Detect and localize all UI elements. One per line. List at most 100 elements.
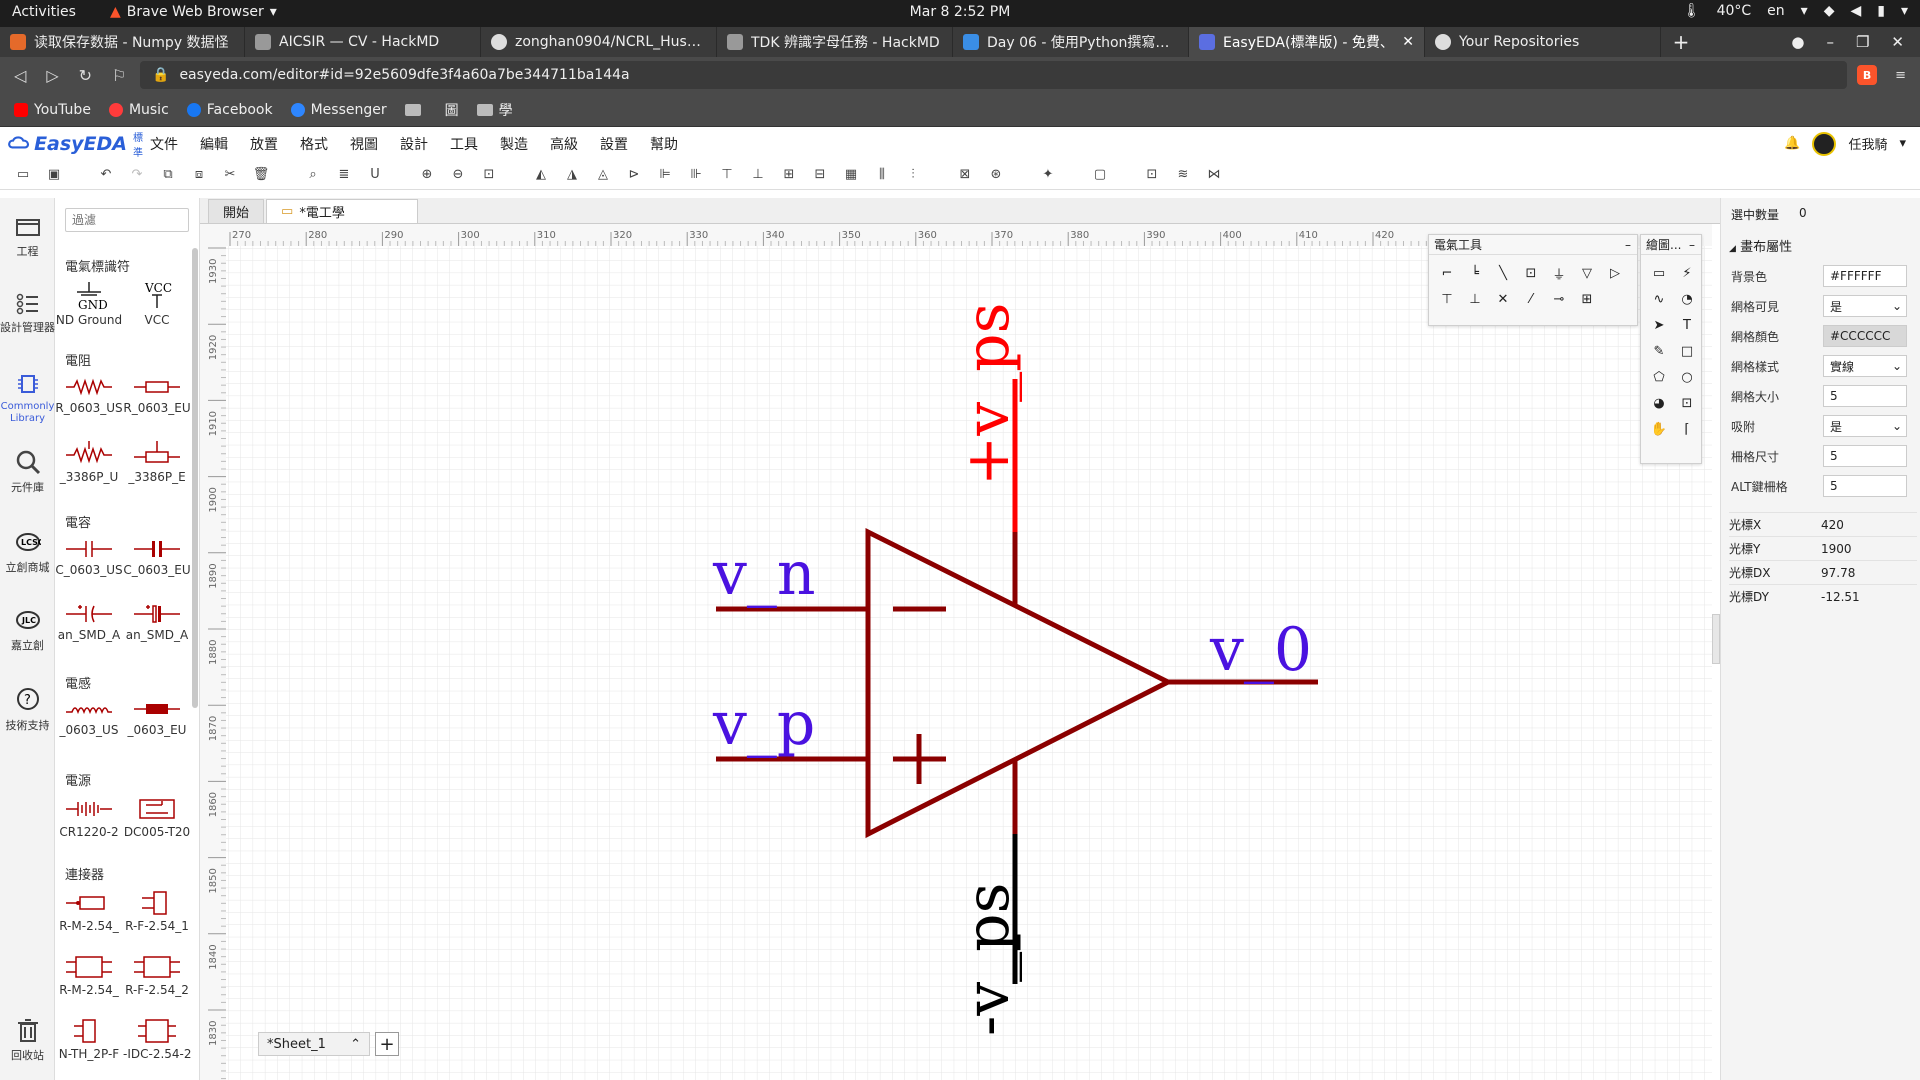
menu-tools[interactable]: 工具 xyxy=(450,134,478,154)
rotate-right-icon[interactable]: ◮ xyxy=(563,166,581,184)
align-center-h-icon[interactable]: ⊞ xyxy=(780,166,798,184)
browser-tab[interactable]: AICSIR — CV - HackMD xyxy=(245,27,481,57)
component-capacitor-eu[interactable]: C_0603_EU xyxy=(123,538,191,577)
grid-visible-select[interactable]: 是 ⌄ xyxy=(1823,295,1907,317)
back-icon[interactable]: ◁ xyxy=(14,66,26,85)
group-tool-icon[interactable]: ⊞ xyxy=(1577,289,1597,309)
rectangle-icon[interactable]: □ xyxy=(1677,341,1697,361)
bell-icon[interactable]: 🔔 xyxy=(1784,136,1800,151)
menu-icon[interactable]: ≡ xyxy=(1895,68,1906,83)
reload-icon[interactable]: ↻ xyxy=(79,66,92,85)
component-pot-us[interactable]: _3386P_U xyxy=(55,441,123,484)
browser-tab[interactable]: zonghan0904/NCRL_Huskey_ xyxy=(481,27,717,57)
browser-tab[interactable]: TDK 辨識字母任務 - HackMD xyxy=(717,27,953,57)
pin-icon[interactable]: ✦ xyxy=(1039,166,1057,184)
close-tab-icon[interactable]: ✕ xyxy=(1402,34,1414,50)
rail-commonly-library[interactable]: Commonly Library xyxy=(0,370,55,425)
net-icon[interactable]: U xyxy=(366,166,384,184)
collapse-properties-handle[interactable] xyxy=(1712,614,1720,664)
menu-design[interactable]: 設計 xyxy=(400,134,428,154)
component-inductor-us[interactable]: _0603_US xyxy=(55,698,123,737)
no-connect-icon[interactable]: ✕ xyxy=(1493,289,1513,309)
bookmark-folder[interactable]: 圖 xyxy=(445,100,459,120)
user-name[interactable]: 任我騎 xyxy=(1848,134,1887,153)
category-electrical-symbols[interactable]: 電氣標識符 xyxy=(65,256,130,275)
hand-icon[interactable]: ✋ xyxy=(1649,419,1669,439)
polygon-icon[interactable]: ⬠ xyxy=(1649,367,1669,387)
distribute-h-icon[interactable]: ⫼ xyxy=(873,166,891,184)
rail-recycle-bin[interactable]: 回收站 xyxy=(0,1016,55,1063)
component-vcc[interactable]: VCC VCC xyxy=(123,280,191,327)
snap-size-input[interactable]: 5 xyxy=(1823,445,1907,467)
line-tool-icon[interactable]: ⚡ xyxy=(1677,263,1697,283)
align-center-v-icon[interactable]: ⊟ xyxy=(811,166,829,184)
circle-icon[interactable]: ○ xyxy=(1677,367,1697,387)
net-flag-icon[interactable]: ▷ xyxy=(1605,263,1625,283)
add-sheet-button[interactable]: + xyxy=(375,1032,399,1056)
layers-icon[interactable]: ⊛ xyxy=(987,166,1005,184)
delete-icon[interactable]: 🗑 xyxy=(252,166,270,184)
component-inductor-eu[interactable]: _0603_EU xyxy=(123,698,191,737)
tab-schematic[interactable]: ▭ *電工學 xyxy=(266,199,419,223)
flip-vertical-icon[interactable]: ⊳ xyxy=(625,166,643,184)
bookmark-folder[interactable] xyxy=(404,103,427,116)
grid-style-select[interactable]: 實線 ⌄ xyxy=(1823,355,1907,377)
flip-horizontal-icon[interactable]: ◬ xyxy=(594,166,612,184)
redo-icon[interactable]: ↷ xyxy=(128,166,146,184)
align-top-icon[interactable]: ⊤ xyxy=(718,166,736,184)
freehand-icon[interactable]: ✎ xyxy=(1649,341,1669,361)
easyeda-logo[interactable]: EasyEDA 標準 xyxy=(0,129,150,159)
origin-icon[interactable]: ⌈ xyxy=(1677,419,1697,439)
component-cap-polar-a[interactable]: an_SMD_A xyxy=(55,603,123,642)
share-icon[interactable]: ⋈ xyxy=(1205,166,1223,184)
component-header-f-2[interactable]: R-F-2.54_2 xyxy=(123,954,191,997)
export-image-icon[interactable]: ⊡ xyxy=(1143,166,1161,184)
rotate-left-icon[interactable]: ◭ xyxy=(532,166,550,184)
bus-entry-icon[interactable]: ╲ xyxy=(1493,263,1513,283)
menu-format[interactable]: 格式 xyxy=(300,134,328,154)
maximize-icon[interactable]: ❐ xyxy=(1856,33,1869,51)
component-cap-polar-b[interactable]: an_SMD_A xyxy=(123,603,191,642)
bookmark-messenger[interactable]: Messenger xyxy=(290,102,387,118)
minimize-icon[interactable]: – xyxy=(1826,33,1834,51)
category-inductors[interactable]: 電感 xyxy=(65,673,91,692)
net-label-v0[interactable]: v_0 xyxy=(1209,615,1312,685)
browser-tab[interactable]: 读取保存数据 - Numpy 数据怪 xyxy=(0,27,245,57)
wire-tool-icon[interactable]: ⌐ xyxy=(1437,263,1457,283)
rail-components[interactable]: 元件庫 xyxy=(0,448,55,495)
component-header-idc[interactable]: -IDC-2.54-2 xyxy=(123,1018,191,1061)
undo-icon[interactable]: ↶ xyxy=(97,166,115,184)
net-label-vps-pos[interactable]: +v_ps xyxy=(953,303,1023,486)
distribute-v-icon[interactable]: ⫶ xyxy=(904,166,922,184)
align-bottom-icon[interactable]: ⊥ xyxy=(749,166,767,184)
component-gnd[interactable]: GND ND Ground xyxy=(55,280,123,327)
panel-title-bar[interactable]: 電氣工具 – xyxy=(1429,235,1637,255)
category-power[interactable]: 電源 xyxy=(65,770,91,789)
arc-icon[interactable]: ◔ xyxy=(1677,289,1697,309)
zoom-in-icon[interactable]: ⊕ xyxy=(418,166,436,184)
sheet-tab[interactable]: *Sheet_1 ⌃ xyxy=(258,1032,370,1056)
component-resistor-us[interactable]: R_0603_US xyxy=(55,376,123,415)
component-pot-eu[interactable]: _3386P_E xyxy=(123,441,191,484)
menu-advanced[interactable]: 高級 xyxy=(550,134,578,154)
panel-title-bar[interactable]: 繪圖... – xyxy=(1641,235,1701,255)
background-color-input[interactable]: #FFFFFF xyxy=(1823,265,1907,287)
library-scrollbar[interactable] xyxy=(192,248,198,708)
pie-icon[interactable]: ◕ xyxy=(1649,393,1669,413)
library-filter-input[interactable] xyxy=(65,208,189,232)
grid-color-input[interactable]: #CCCCCC xyxy=(1823,325,1907,347)
text-tool-icon[interactable]: T xyxy=(1677,315,1697,335)
component-dc-jack[interactable]: DC005-T20 xyxy=(123,796,191,839)
browser-tab-active[interactable]: EasyEDA(標準版) - 免費、 ✕ xyxy=(1189,27,1425,57)
menu-place[interactable]: 放置 xyxy=(250,134,278,154)
component-header-f-1[interactable]: R-F-2.54_1 xyxy=(123,890,191,933)
rail-lcsc[interactable]: LCSC 立創商城 xyxy=(0,528,55,575)
net-label-vps-neg[interactable]: -v_ps xyxy=(953,883,1023,1036)
arrow-icon[interactable]: ➤ xyxy=(1649,315,1669,335)
schematic-svg[interactable]: 270 280 290 300 310 320 330 340 350 360 370 380 390 4… xyxy=(200,224,1712,1080)
ground-tool-icon[interactable]: ⏚ xyxy=(1549,263,1569,283)
zoom-out-icon[interactable]: ⊖ xyxy=(449,166,467,184)
bookmark-music[interactable]: Music xyxy=(108,102,169,118)
component-header-th[interactable]: N-TH_2P-F xyxy=(55,1018,123,1061)
category-resistors[interactable]: 電阻 xyxy=(65,350,91,369)
